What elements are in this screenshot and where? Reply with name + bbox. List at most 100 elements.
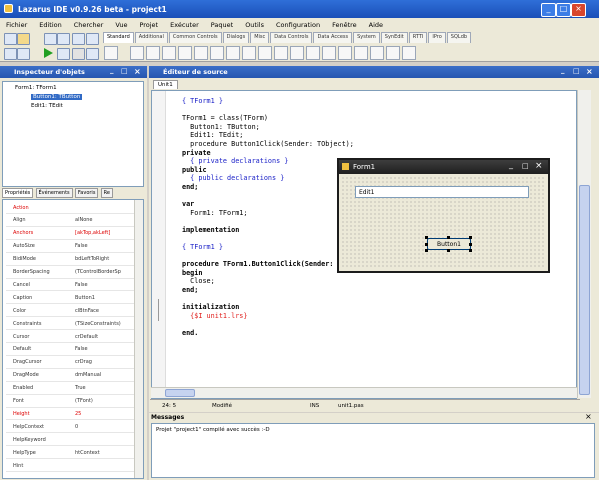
inspector-minimize-icon[interactable]: _ <box>110 66 114 74</box>
menu-view[interactable]: Vue <box>109 21 133 29</box>
selection-handle[interactable] <box>447 249 450 252</box>
step-into-icon[interactable] <box>86 48 99 60</box>
property-row[interactable]: Hint <box>6 460 138 472</box>
editor-hscroll-thumb[interactable] <box>165 389 195 397</box>
menu-file[interactable]: Fichier <box>0 21 33 29</box>
menu-configuration[interactable]: Configuration <box>270 21 326 29</box>
form-title-bar[interactable]: Form1 _ □ × <box>339 160 548 174</box>
groupbox-component-icon[interactable] <box>322 46 336 60</box>
property-row[interactable]: HelpContext 0 <box>6 421 138 434</box>
editor-tab-unit1[interactable]: Unit1 <box>153 80 178 89</box>
inspector-close-icon[interactable]: × <box>134 67 141 76</box>
radiogroup-component-icon[interactable] <box>338 46 352 60</box>
property-value[interactable]: bdLeftToRight <box>71 256 138 262</box>
menu-package[interactable]: Paquet <box>205 21 239 29</box>
button-component-icon[interactable] <box>162 46 176 60</box>
new-form-icon[interactable] <box>72 33 85 45</box>
frame-component-icon[interactable] <box>386 46 400 60</box>
property-row[interactable]: Caption Button1 <box>6 292 138 305</box>
radiobutton-component-icon[interactable] <box>258 46 272 60</box>
message-line[interactable]: Projet "project1" compilé avec succès :-… <box>156 427 270 433</box>
scrollbar-component-icon[interactable] <box>306 46 320 60</box>
editor-horizontal-scrollbar[interactable] <box>151 387 577 398</box>
checkgroup-component-icon[interactable] <box>354 46 368 60</box>
view-forms-icon[interactable] <box>17 48 30 60</box>
inspector-maximize-icon[interactable]: □ <box>121 67 128 75</box>
property-row[interactable]: Anchors [akTop,akLeft] <box>6 228 138 240</box>
property-value[interactable]: False <box>71 282 138 288</box>
tab-misc[interactable]: Misc <box>250 32 270 43</box>
property-value[interactable]: [akTop,akLeft] <box>71 230 138 236</box>
property-row[interactable]: Height 25 <box>6 408 138 421</box>
property-value[interactable]: (TFont) <box>71 398 138 404</box>
property-value[interactable]: crDefault <box>71 334 138 340</box>
selection-handle[interactable] <box>425 243 428 246</box>
form-edit-control[interactable]: Edit1 <box>355 186 529 198</box>
property-value[interactable]: 25 <box>71 411 138 417</box>
listbox-component-icon[interactable] <box>274 46 288 60</box>
menu-run[interactable]: Exécuter <box>164 21 205 29</box>
menu-edit[interactable]: Edition <box>33 21 68 29</box>
label-component-icon[interactable] <box>178 46 192 60</box>
run-icon[interactable] <box>44 48 53 58</box>
tab-restricted[interactable]: Re <box>100 188 113 198</box>
open-icon[interactable] <box>17 33 30 45</box>
editor-vertical-scrollbar[interactable] <box>577 90 591 398</box>
actionlist-component-icon[interactable] <box>402 46 416 60</box>
property-row[interactable]: Default False <box>6 344 138 356</box>
toggle-form-icon[interactable] <box>86 33 99 45</box>
property-grid-scrollbar[interactable] <box>134 200 143 478</box>
tab-additional[interactable]: Additional <box>134 32 168 43</box>
property-value[interactable]: dmManual <box>71 372 138 378</box>
property-row[interactable]: DragCursor crDrag <box>6 357 138 369</box>
selection-handle[interactable] <box>447 236 450 239</box>
checkbox-component-icon[interactable] <box>242 46 256 60</box>
property-value[interactable]: (TControlBorderSp <box>71 269 138 275</box>
property-row[interactable]: Enabled True <box>6 383 138 395</box>
selection-handle[interactable] <box>469 236 472 239</box>
editor-minimize-icon[interactable]: _ <box>561 66 565 74</box>
property-row[interactable]: Font (TFont) <box>6 396 138 408</box>
property-row[interactable]: Color clBtnFace <box>6 305 138 318</box>
tab-synedit[interactable]: SynEdit <box>380 32 408 43</box>
editor-close-icon[interactable]: × <box>586 67 593 76</box>
menu-help[interactable]: Aide <box>363 21 389 29</box>
form-close-icon[interactable]: × <box>535 161 543 171</box>
form-maximize-icon[interactable]: □ <box>522 162 529 170</box>
view-units-icon[interactable] <box>4 48 17 60</box>
tree-node-button[interactable]: Button1: TButton <box>31 94 83 100</box>
property-row[interactable]: BidiMode bdLeftToRight <box>6 254 138 266</box>
menu-project[interactable]: Projet <box>133 21 164 29</box>
togglebox-component-icon[interactable] <box>226 46 240 60</box>
tab-system[interactable]: System <box>353 32 380 43</box>
new-file-icon[interactable] <box>4 33 17 45</box>
pause-icon[interactable] <box>57 48 70 60</box>
selection-handle[interactable] <box>469 249 472 252</box>
property-value[interactable]: (TSizeConstraints) <box>71 321 138 327</box>
tab-properties[interactable]: Propriétés <box>2 188 34 198</box>
property-value[interactable]: Button1 <box>71 295 138 301</box>
tab-standard[interactable]: Standard <box>103 32 134 43</box>
property-value[interactable]: False <box>71 346 138 352</box>
tree-node-edit[interactable]: Edit1: TEdit <box>31 103 63 109</box>
tab-dialogs[interactable]: Dialogs <box>222 32 250 43</box>
property-row[interactable]: BorderSpacing (TControlBorderSp <box>6 267 138 279</box>
mainmenu-component-icon[interactable] <box>130 46 144 60</box>
editor-scroll-thumb[interactable] <box>579 185 590 395</box>
popupmenu-component-icon[interactable] <box>146 46 160 60</box>
save-icon[interactable] <box>44 33 57 45</box>
property-value[interactable]: alNone <box>71 217 138 223</box>
tab-common-controls[interactable]: Common Controls <box>168 32 222 43</box>
menu-search[interactable]: Chercher <box>68 21 110 29</box>
edit-component-icon[interactable] <box>194 46 208 60</box>
close-button[interactable]: × <box>571 3 586 17</box>
tab-data-controls[interactable]: Data Controls <box>270 32 313 43</box>
panel-component-icon[interactable] <box>370 46 384 60</box>
tab-ipro[interactable]: IPro <box>428 32 446 43</box>
menu-tools[interactable]: Outils <box>239 21 270 29</box>
property-row[interactable]: HelpKeyword <box>6 434 138 447</box>
property-row[interactable]: HelpType htContext <box>6 447 138 460</box>
property-row[interactable]: Cancel False <box>6 279 138 292</box>
form-minimize-icon[interactable]: _ <box>509 160 513 169</box>
stop-icon[interactable] <box>72 48 85 60</box>
